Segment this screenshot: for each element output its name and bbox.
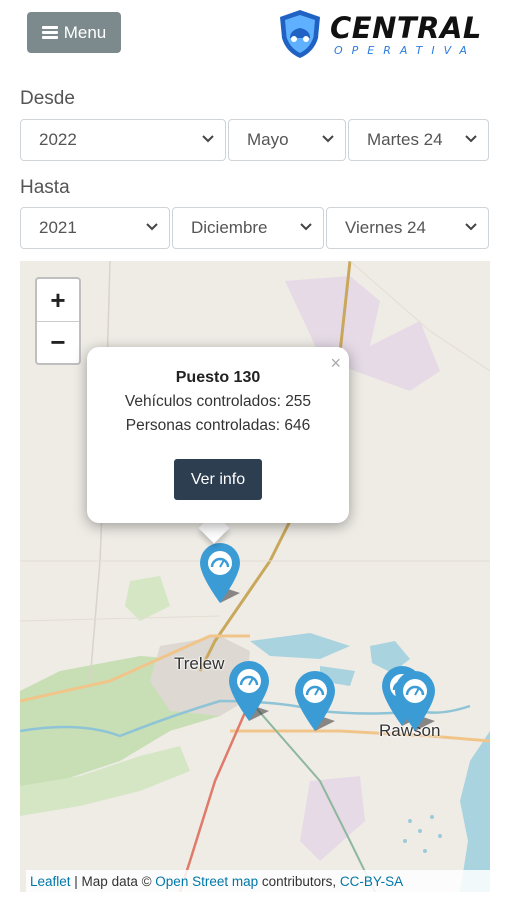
logo: CENTRAL OPERATIVA	[276, 8, 488, 62]
to-label: Hasta	[20, 177, 70, 198]
chevron-down-icon	[465, 135, 477, 143]
chevron-down-icon	[146, 223, 158, 231]
license-link[interactable]: CC-BY-SA	[340, 874, 403, 889]
attribution-contributors: contributors,	[258, 873, 340, 889]
map-marker-pin[interactable]	[293, 669, 337, 733]
chevron-down-icon	[300, 223, 312, 231]
leaflet-link[interactable]: Leaflet	[30, 874, 71, 889]
ver-info-button[interactable]: Ver info	[174, 459, 262, 500]
menu-label: Menu	[63, 22, 107, 42]
zoom-control: + −	[35, 277, 81, 365]
to-month-select[interactable]: Diciembre	[172, 207, 324, 249]
osm-link[interactable]: Open Street map	[155, 874, 258, 889]
from-month-select[interactable]: Mayo	[228, 119, 346, 161]
to-year-value: 2021	[39, 218, 77, 237]
shield-icon	[280, 10, 320, 58]
map[interactable]: + − Trelew Rawson × Puesto 130 Vehículos…	[20, 261, 490, 892]
place-label-trelew: Trelew	[174, 654, 225, 673]
from-year-select[interactable]: 2022	[20, 119, 226, 161]
to-day-value: Viernes 24	[345, 218, 426, 237]
map-marker-pin[interactable]	[393, 669, 437, 733]
chevron-down-icon	[202, 135, 214, 143]
hamburger-icon	[41, 26, 58, 39]
map-marker-pin[interactable]	[227, 659, 271, 723]
to-year-select[interactable]: 2021	[20, 207, 170, 249]
popup-people: Personas controladas: 646	[125, 417, 311, 434]
from-year-value: 2022	[39, 130, 77, 149]
to-day-select[interactable]: Viernes 24	[326, 207, 489, 249]
map-attribution: Leaflet | Map data © Open Street map con…	[26, 870, 490, 892]
marker-popup: × Puesto 130 Vehículos controlados: 255 …	[87, 347, 349, 523]
zoom-out-button[interactable]: −	[37, 321, 79, 363]
zoom-in-button[interactable]: +	[37, 279, 79, 321]
popup-title: Puesto 130	[175, 369, 261, 386]
menu-button[interactable]: Menu	[27, 12, 121, 53]
popup-close-button[interactable]: ×	[330, 353, 341, 374]
from-day-value: Martes 24	[367, 130, 443, 149]
logo-subtitle: OPERATIVA	[334, 44, 476, 57]
from-label: Desde	[20, 88, 75, 109]
map-marker-pin[interactable]	[198, 541, 242, 605]
to-month-value: Diciembre	[191, 218, 268, 237]
attribution-separator: | Map data ©	[70, 873, 156, 889]
from-month-value: Mayo	[247, 130, 289, 149]
popup-vehicles: Vehículos controlados: 255	[124, 393, 312, 410]
from-day-select[interactable]: Martes 24	[348, 119, 489, 161]
chevron-down-icon	[465, 223, 477, 231]
logo-title: CENTRAL	[330, 11, 482, 45]
chevron-down-icon	[322, 135, 334, 143]
